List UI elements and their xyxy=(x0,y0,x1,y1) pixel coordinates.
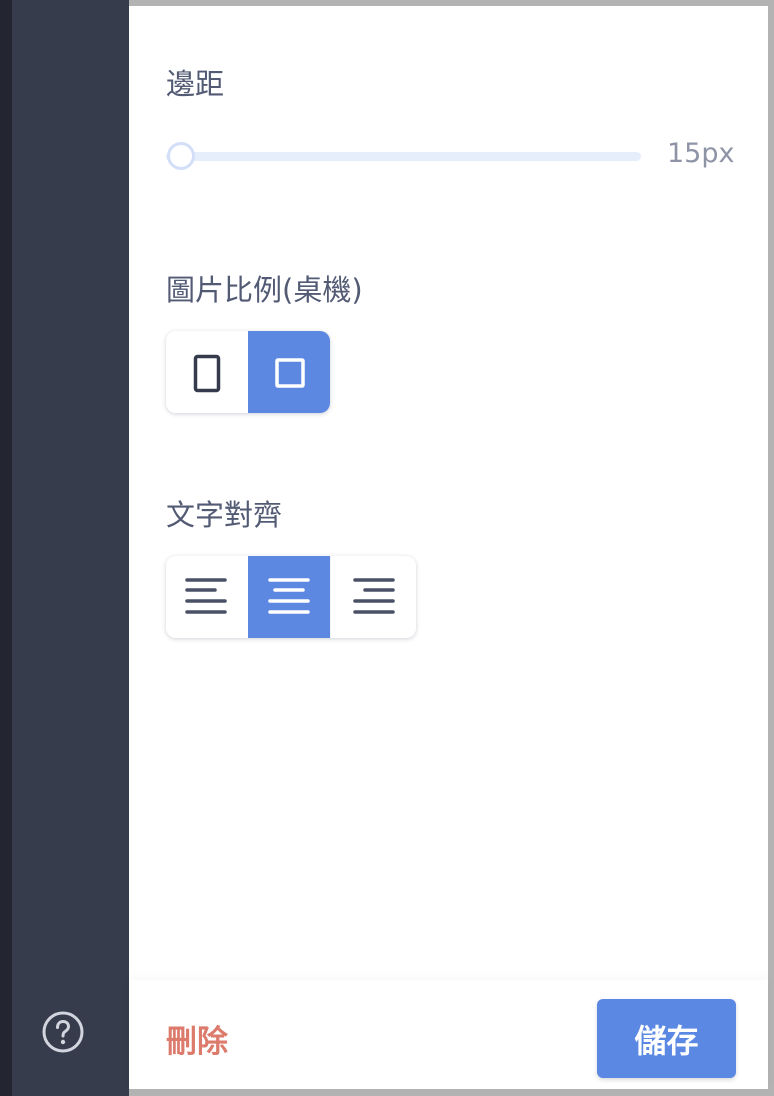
padding-slider-thumb[interactable] xyxy=(167,142,195,170)
padding-slider-track[interactable] xyxy=(166,152,641,161)
settings-panel: 邊距 15px 圖片比例(桌機) 文字對齊 刪除 儲存 xyxy=(129,6,768,1089)
image-ratio-group xyxy=(166,331,330,413)
save-button[interactable]: 儲存 xyxy=(597,999,736,1078)
align-center-button[interactable] xyxy=(248,556,330,638)
align-left-button[interactable] xyxy=(166,556,248,638)
ratio-portrait-button[interactable] xyxy=(166,331,248,413)
ratio-square-button[interactable] xyxy=(248,331,330,413)
text-align-group xyxy=(166,556,416,638)
delete-button[interactable]: 刪除 xyxy=(166,1020,228,1064)
padding-label: 邊距 xyxy=(166,67,225,101)
panel-footer: 刪除 儲存 xyxy=(129,980,768,1089)
portrait-rect-icon xyxy=(193,354,221,393)
sidebar xyxy=(12,0,129,1096)
text-align-label: 文字對齊 xyxy=(166,498,283,532)
square-icon xyxy=(275,358,305,388)
align-right-button[interactable] xyxy=(330,556,416,638)
align-right-icon xyxy=(352,578,395,614)
align-center-icon xyxy=(268,578,310,614)
question-circle-icon[interactable] xyxy=(42,1011,84,1053)
image-ratio-label: 圖片比例(桌機) xyxy=(166,273,363,307)
window-edge xyxy=(0,0,12,1096)
align-left-icon xyxy=(185,578,227,614)
padding-value: 15px xyxy=(667,138,735,169)
